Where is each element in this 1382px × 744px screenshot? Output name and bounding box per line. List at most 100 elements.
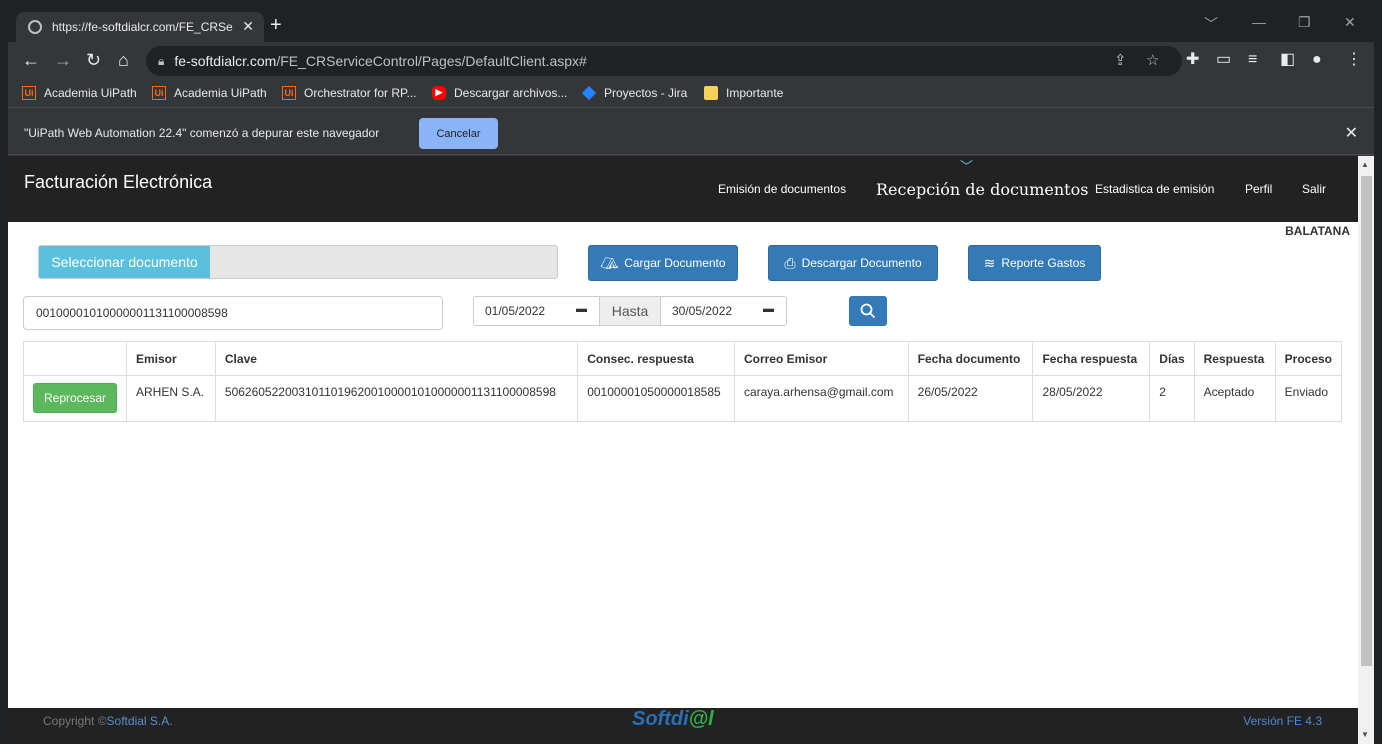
bookmark-label: Importante	[726, 86, 784, 100]
tab-search-icon[interactable]: ﹀	[1204, 14, 1218, 34]
bookmark-1[interactable]: Ui Academia UiPath	[22, 86, 137, 100]
select-document-button[interactable]: Seleccionar documento	[39, 246, 210, 278]
bookmark-label: Proyectos - Jira	[604, 86, 688, 100]
clave-search-input[interactable]: 00100001010000001131100008598	[23, 296, 443, 330]
nav-perfil[interactable]: Perfil	[1245, 182, 1272, 196]
profile-icon[interactable]: ●	[1312, 51, 1322, 69]
col-header-fecha-resp: Fecha respuesta	[1032, 341, 1151, 376]
calendar-icon[interactable]: ▬	[763, 303, 774, 315]
extensions-icon[interactable]: ✚	[1186, 51, 1199, 69]
nav-emision[interactable]: Emisión de documentos	[718, 182, 846, 196]
col-header-consec: Consec. respuesta	[577, 341, 735, 376]
date-range: 01/05/2022 ▬ Hasta 30/05/2022 ▬	[473, 296, 787, 326]
bookmark-6[interactable]: Importante	[704, 86, 783, 100]
nav-salir[interactable]: Salir	[1302, 182, 1326, 196]
browser-tab[interactable]: https://fe-softdialcr.com/FE_CRSe ✕	[16, 12, 264, 42]
bookmark-label: Academia UiPath	[44, 86, 137, 100]
date-to-input[interactable]: 30/05/2022 ▬	[661, 297, 786, 325]
url-path: /FE_CRServiceControl/Pages/DefaultClient…	[276, 53, 587, 69]
uipath-icon: Ui	[282, 86, 296, 100]
close-infobar-icon[interactable]: ✕	[1345, 123, 1358, 143]
cell-consec: 00100001050000018585	[577, 375, 735, 422]
copyright-text: Copyright ©Softdial S.A.	[43, 714, 173, 728]
cell-fecha-resp: 28/05/2022	[1032, 375, 1151, 422]
scroll-up-icon[interactable]: ▲	[1361, 160, 1369, 169]
menu-icon[interactable]: ⋮	[1346, 51, 1362, 69]
cast-icon[interactable]: ▭	[1216, 51, 1231, 69]
company-name: BALATANA	[1285, 224, 1350, 238]
col-header-fecha-doc: Fecha documento	[907, 341, 1034, 376]
upload-icon: ⛺︎	[600, 254, 619, 271]
cell-respuesta: Aceptado	[1193, 375, 1276, 422]
report-label: Reporte Gastos	[1001, 256, 1086, 270]
date-from-input[interactable]: 01/05/2022 ▬	[474, 297, 599, 325]
scroll-thumb[interactable]	[1361, 176, 1372, 666]
cell-dias: 2	[1149, 375, 1195, 422]
documents-table: Emisor Clave Consec. respuesta Correo Em…	[23, 341, 1343, 422]
reload-button[interactable]: ↻	[86, 51, 101, 69]
globe-icon	[28, 20, 42, 34]
minimize-button[interactable]: —	[1252, 14, 1266, 30]
table-header-row: Emisor Clave Consec. respuesta Correo Em…	[23, 341, 1343, 376]
download-document-button[interactable]: ⎙ Descargar Documento	[768, 245, 938, 281]
col-header-clave: Clave	[214, 341, 579, 376]
cancel-debug-button[interactable]: Cancelar	[419, 118, 498, 149]
table-row: Reprocesar ARHEN S.A. 506260522003101101…	[23, 375, 1343, 422]
softdial-link[interactable]: Softdial S.A.	[107, 714, 173, 728]
forward-button[interactable]: →	[54, 51, 72, 69]
infobar-message: "UiPath Web Automation 22.4" comenzó a d…	[24, 126, 380, 140]
media-icon[interactable]: ≡	[1248, 51, 1257, 69]
bookmark-5[interactable]: Proyectos - Jira	[581, 85, 688, 101]
cell-emisor: ARHEN S.A.	[126, 375, 216, 422]
close-tab-icon[interactable]: ✕	[242, 18, 254, 35]
file-selector[interactable]: Seleccionar documento	[38, 245, 558, 279]
bookmark-label: Academia UiPath	[174, 86, 267, 100]
upload-label: Cargar Documento	[624, 256, 726, 270]
version-text: Versión FE 4.3	[1243, 714, 1322, 728]
download-icon: ⎙	[784, 254, 796, 271]
chevron-down-icon: ﹀	[960, 159, 974, 174]
uipath-icon: Ui	[22, 86, 36, 100]
share-icon[interactable]: ⇪	[1114, 46, 1127, 76]
url-host: fe-softdialcr.com	[174, 53, 277, 69]
calendar-icon[interactable]: ▬	[576, 303, 587, 315]
new-tab-button[interactable]: +	[270, 14, 282, 37]
bookmark-2[interactable]: Ui Academia UiPath	[152, 86, 267, 100]
bookmark-3[interactable]: Ui Orchestrator for RP...	[282, 86, 416, 100]
cell-proceso: Enviado	[1274, 375, 1343, 422]
address-bar[interactable]: 🔒︎ fe-softdialcr.com /FE_CRServiceContro…	[146, 46, 1182, 76]
close-window-button[interactable]: ✕	[1344, 14, 1356, 31]
back-button[interactable]: ←	[22, 51, 40, 69]
cell-action: Reprocesar	[23, 375, 127, 422]
side-panel-icon[interactable]: ◧	[1280, 51, 1295, 69]
tab-bar: https://fe-softdialcr.com/FE_CRSe ✕ + ﹀ …	[8, 8, 1374, 42]
logo-text-a: Softdi	[632, 708, 689, 730]
app-footer: Copyright ©Softdial S.A. Softdi@l Versió…	[8, 708, 1358, 744]
debug-infobar: "UiPath Web Automation 22.4" comenzó a d…	[8, 109, 1374, 155]
bookmark-label: Orchestrator for RP...	[304, 86, 417, 100]
reprocess-button[interactable]: Reprocesar	[33, 383, 117, 413]
home-icon[interactable]: ⌂	[118, 51, 129, 69]
expense-report-button[interactable]: ≋ Reporte Gastos	[968, 245, 1101, 281]
search-button[interactable]	[849, 296, 887, 326]
app-brand[interactable]: Facturación Electrónica	[24, 172, 212, 193]
browser-window: https://fe-softdialcr.com/FE_CRSe ✕ + ﹀ …	[8, 8, 1374, 744]
upload-document-button[interactable]: ⛺︎ Cargar Documento	[588, 245, 738, 281]
bookmark-4[interactable]: ▶ Descargar archivos...	[432, 86, 567, 100]
nav-recepcion[interactable]: Recepción de documentos	[876, 180, 1088, 199]
restore-button[interactable]: ❐	[1298, 14, 1311, 31]
scroll-down-icon[interactable]: ▼	[1361, 730, 1369, 739]
nav-estadistica[interactable]: Estadistica de emisión	[1095, 182, 1214, 196]
date-to-value: 30/05/2022	[672, 304, 733, 318]
page-scrollbar[interactable]: ▲ ▼	[1358, 156, 1374, 744]
web-page: ﹀ Facturación Electrónica Emisión de doc…	[8, 156, 1358, 744]
softdial-logo: Softdi@l	[632, 708, 714, 731]
hasta-label: Hasta	[599, 297, 661, 325]
folder-icon	[704, 86, 718, 100]
layers-icon: ≋	[983, 254, 996, 271]
bookmarks-bar: Ui Academia UiPath Ui Academia UiPath Ui Or…	[8, 80, 1374, 108]
youtube-icon: ▶	[432, 86, 446, 100]
bookmark-star-icon[interactable]: ☆	[1146, 46, 1159, 76]
lock-icon: 🔒︎	[158, 53, 165, 68]
date-from-value: 01/05/2022	[485, 304, 546, 318]
